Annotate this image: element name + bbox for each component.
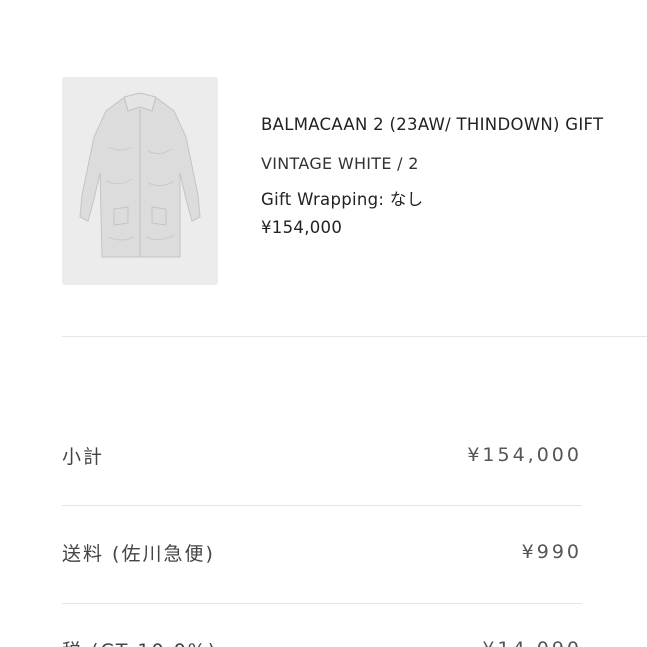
- product-info: BALMACAAN 2 (23AW/ THINDOWN) GIFT VINTAG…: [261, 112, 647, 240]
- shipping-row: 送料 (佐川急便) ¥990: [62, 537, 582, 567]
- product-gift-option: Gift Wrapping: なし: [261, 190, 424, 209]
- row-divider: [62, 603, 582, 604]
- tax-row: 税 (CT 10.0%) ¥14,090: [62, 634, 582, 647]
- order-summary-page: BALMACAAN 2 (23AW/ THINDOWN) GIFT VINTAG…: [0, 0, 647, 647]
- tax-label: 税 (CT 10.0%): [62, 636, 217, 647]
- subtotal-label: 小計: [62, 445, 105, 468]
- tax-value: ¥14,090: [482, 638, 582, 647]
- section-divider: [62, 336, 647, 337]
- shipping-value: ¥990: [521, 541, 582, 563]
- coat-image: [62, 77, 218, 285]
- subtotal-value: ¥154,000: [467, 444, 582, 466]
- product-name[interactable]: BALMACAAN 2 (23AW/ THINDOWN) GIFT: [261, 112, 647, 138]
- product-price: ¥154,000: [261, 218, 343, 237]
- product-variant: VINTAGE WHITE / 2: [261, 154, 419, 173]
- row-divider: [62, 505, 582, 506]
- product-thumbnail: [62, 77, 218, 285]
- shipping-label: 送料 (佐川急便): [62, 542, 215, 565]
- subtotal-row: 小計 ¥154,000: [62, 440, 582, 470]
